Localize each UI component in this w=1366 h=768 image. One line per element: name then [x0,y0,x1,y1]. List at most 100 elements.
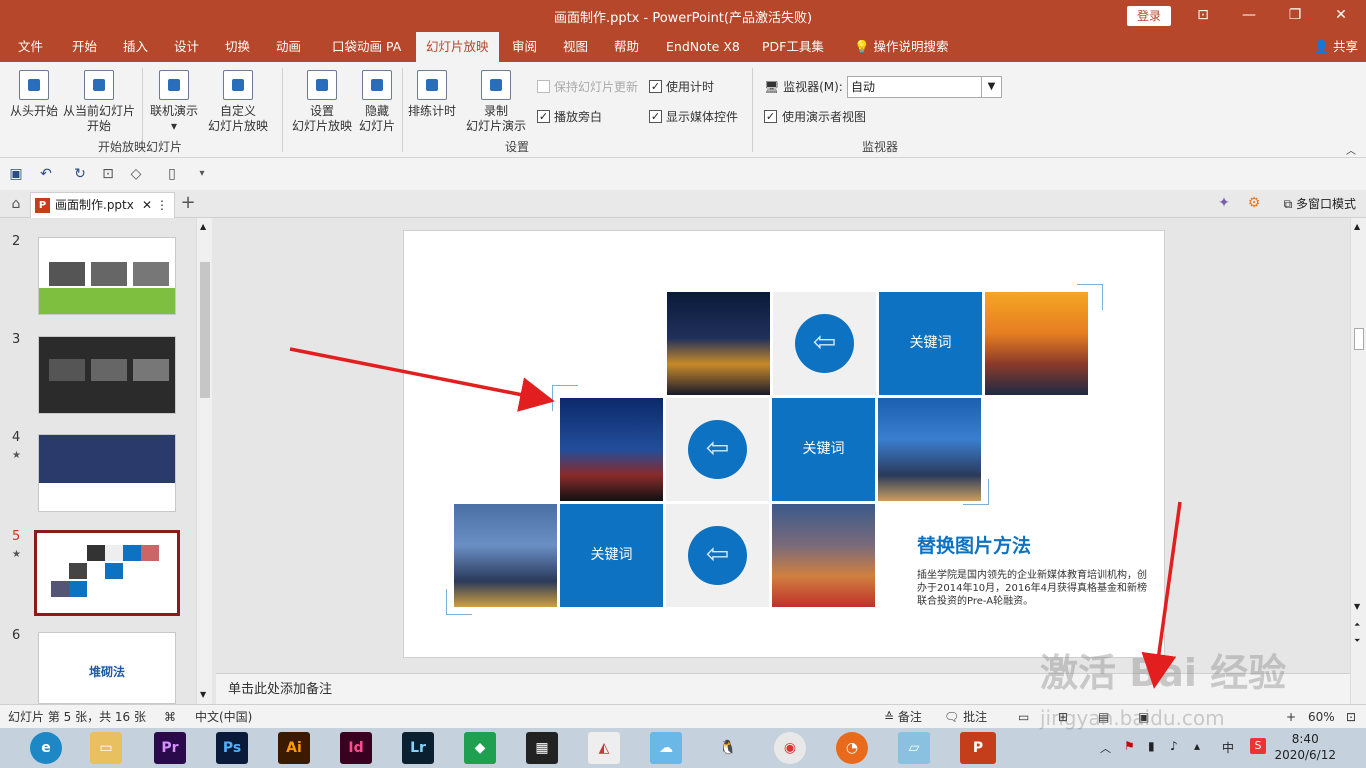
arrow-tile[interactable] [666,504,769,607]
customize-qat-icon[interactable]: ▾ [194,166,210,182]
tray-expand-icon[interactable]: ︿ [1100,740,1111,756]
lightroom-icon[interactable]: Lr [402,732,434,764]
app-icon[interactable]: ◭ [588,732,620,764]
firefox-icon[interactable]: ◔ [836,732,868,764]
system-clock[interactable]: 8:40 2020/6/12 [1274,731,1336,763]
app-icon[interactable]: ☁ [650,732,682,764]
rehearse-timings-button[interactable]: 排练计时 [406,70,458,119]
ribbon-display-icon[interactable]: ⊡ [1180,0,1226,32]
tab-view[interactable]: 视图 [553,32,598,62]
qq-icon[interactable]: 🐧 [712,732,744,764]
slide-thumbnail-5[interactable] [34,530,180,616]
presentation-icon[interactable]: ⊡ [100,166,116,182]
scroll-down-icon[interactable]: ▼ [1354,602,1360,611]
add-tab-icon[interactable]: + [180,194,196,212]
tab-home[interactable]: 开始 [62,32,107,62]
scrollbar-thumb[interactable] [1354,328,1364,350]
tell-me-search[interactable]: 💡 操作说明搜索 [844,32,959,62]
presenter-view-checkbox[interactable]: ✓ [764,110,777,123]
share-button[interactable]: 👤 共享 [1313,32,1358,62]
photo-building-night[interactable] [667,292,770,395]
slide-title[interactable]: 替换图片方法 [917,531,1031,558]
spellcheck-icon[interactable]: ⌘ [164,705,176,729]
keyword-tile[interactable]: 关键词 [772,398,875,501]
minimize-button[interactable]: — [1226,0,1272,32]
photo-street-traffic[interactable] [772,504,875,607]
setup-show-button[interactable]: 设置 幻灯片放映 [290,70,354,134]
slide-thumbnail-2[interactable] [38,237,176,315]
tab-animations[interactable]: 动画 [266,32,311,62]
close-icon[interactable]: ✕ [142,193,152,217]
tab-design[interactable]: 设计 [164,32,209,62]
photoshop-icon[interactable]: Ps [216,732,248,764]
scrollbar-thumb[interactable] [200,262,210,398]
tab-pdf-tools[interactable]: PDF工具集 [752,32,834,62]
current-slide[interactable]: 关键词 关键词 关键词 替换图片方法 插坐学院是国内领先的企业新媒体教育培训机构… [403,230,1165,658]
online-present-button[interactable]: 联机演示 ▾ [146,70,202,134]
slide-body-text[interactable]: 插坐学院是国内领先的企业新媒体教育培训机构，创办于2014年10月，2016年4… [917,569,1147,608]
keep-updated-checkbox[interactable] [537,80,550,93]
tab-slideshow[interactable]: 幻灯片放映 [416,32,499,62]
undo-icon[interactable]: ↶ [38,166,54,182]
redo-icon[interactable]: ↻ [72,166,88,182]
more-icon[interactable]: ⋮ [156,193,168,217]
shapes-icon[interactable]: ◇ [128,166,144,182]
volume-icon[interactable]: ♪ [1170,739,1178,753]
tab-insert[interactable]: 插入 [113,32,158,62]
zoom-in-icon[interactable]: + [1286,705,1296,729]
slide-thumbnail-6[interactable]: 堆砌法 [38,632,176,704]
photo-mountain[interactable] [985,292,1088,395]
fit-to-window-icon[interactable]: ⊡ [1346,705,1356,729]
close-button[interactable]: ✕ [1318,0,1364,32]
home-icon[interactable]: ⌂ [8,196,24,212]
indesign-icon[interactable]: Id [340,732,372,764]
document-tab[interactable]: P 画面制作.pptx ✕ ⋮ [30,192,175,218]
monitor-select[interactable]: 自动 ▼ [847,76,1002,98]
gear-icon[interactable]: ⚙ [1246,195,1262,211]
file-explorer-icon[interactable]: ▭ [90,732,122,764]
scroll-up-icon[interactable]: ▲ [200,222,206,231]
tab-transitions[interactable]: 切换 [215,32,260,62]
show-media-controls-checkbox[interactable]: ✓ [649,110,662,123]
tab-file[interactable]: 文件 [8,32,53,62]
tab-endnote[interactable]: EndNote X8 [656,32,750,62]
slide-scrollbar[interactable]: ▲ ▼ ⏶ ⏷ [1350,218,1366,704]
network-icon[interactable]: ⚑ [1124,739,1135,753]
login-button[interactable]: 登录 [1127,6,1171,26]
multi-window-button[interactable]: ⧉ 多窗口模式 [1284,190,1356,218]
scroll-down-icon[interactable]: ▼ [200,690,206,699]
arrow-tile[interactable] [773,292,876,395]
app-green-icon[interactable]: ◆ [464,732,496,764]
collapse-ribbon-icon[interactable]: ︿ [1346,142,1356,157]
slide-thumbnail-3[interactable] [38,336,176,414]
from-current-button[interactable]: 从当前幻灯片 开始 [62,70,136,134]
tab-review[interactable]: 审阅 [502,32,547,62]
from-beginning-button[interactable]: 从头开始 [8,70,60,119]
hide-slide-button[interactable]: 隐藏 幻灯片 [356,70,398,134]
new-document-icon[interactable]: ▯ [164,166,180,182]
tab-pocket-animation[interactable]: 口袋动画 PA [322,32,411,62]
browser-icon[interactable]: e [30,732,62,764]
custom-show-button[interactable]: 自定义 幻灯片放映 [202,70,274,134]
play-narrations-checkbox[interactable]: ✓ [537,110,550,123]
record-slideshow-button[interactable]: 录制 幻灯片演示 [460,70,532,134]
notes-toggle[interactable]: ≙ 备注 [884,705,922,729]
video-editor-icon[interactable]: ▦ [526,732,558,764]
previous-slide-icon[interactable]: ⏶ [1354,620,1360,630]
sogou-icon[interactable]: S [1250,738,1266,754]
wifi-icon[interactable]: ▴ [1194,739,1200,753]
premiere-icon[interactable]: Pr [154,732,186,764]
keyword-tile[interactable]: 关键词 [560,504,663,607]
battery-icon[interactable]: ▮ [1148,739,1155,753]
normal-view-icon[interactable]: ▭ [1018,705,1029,729]
thumbnail-scrollbar[interactable]: ▲ ▼ [196,218,212,704]
save-icon[interactable]: ▣ [8,166,24,182]
ime-indicator[interactable]: 中 [1222,739,1234,756]
tab-help[interactable]: 帮助 [604,32,649,62]
restore-button[interactable]: ❐ [1272,0,1318,32]
slide-thumbnail-4[interactable] [38,434,176,512]
photo-bridge[interactable] [560,398,663,501]
chrome-icon[interactable]: ◉ [774,732,806,764]
illustrator-icon[interactable]: Ai [278,732,310,764]
next-slide-icon[interactable]: ⏷ [1354,636,1360,646]
